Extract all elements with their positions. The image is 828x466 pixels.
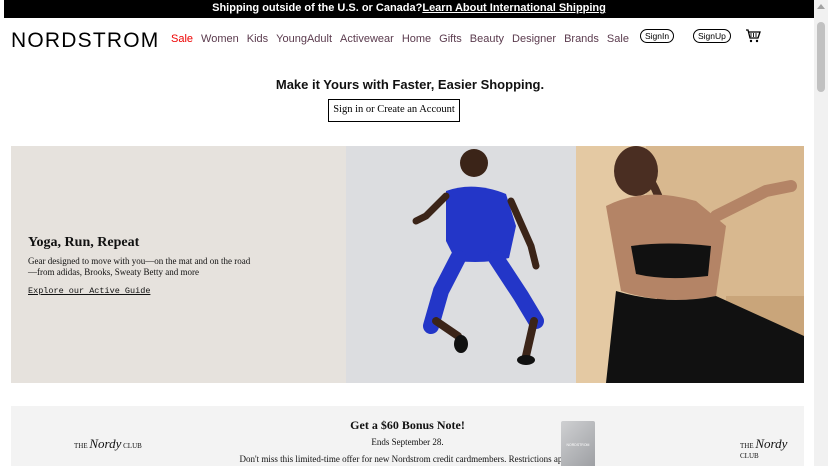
nav-item-women[interactable]: Women [201,33,239,45]
nordy-club-right: CLUB [740,452,759,460]
nav-item-brands[interactable]: Brands [564,33,599,45]
activewear-hero[interactable]: Yoga, Run, Repeat Gear designed to move … [11,146,804,383]
nav-item-gifts[interactable]: Gifts [439,33,462,45]
nav-item-kids[interactable]: Kids [247,33,268,45]
runner-photo[interactable] [346,146,576,383]
nav-item-sale-2[interactable]: Sale [607,33,629,45]
bonus-ends-date: Ends September 28. [371,437,444,447]
international-shipping-link[interactable]: Learn About International Shipping [422,2,606,14]
signin-create-account-button[interactable]: Sign in or Create an Account [328,99,460,122]
scrollbar[interactable] [814,0,828,466]
signup-button[interactable]: SignUp [693,29,731,43]
promo-title: Make it Yours with Faster, Easier Shoppi… [275,77,545,92]
nordstrom-credit-card-image: NORDSTROM [561,421,595,466]
nordy-the-right: THE [740,442,754,450]
nav-item-home[interactable]: Home [402,33,431,45]
nav-item-beauty[interactable]: Beauty [470,33,504,45]
nordy-club-logo-right: THE Nordy CLUB [740,436,804,460]
hero-description: Gear designed to move with you—on the ma… [28,256,251,277]
nordstrom-logo[interactable]: NORDSTROM [11,29,159,53]
bonus-description: Don't miss this limited-time offer for n… [239,454,576,464]
card-label: NORDSTROM [566,443,590,447]
international-shipping-banner: Shipping outside of the U.S. or Canada?L… [4,0,814,18]
banner-text: Shipping outside of the U.S. or Canada? [212,2,423,14]
hero-title: Yoga, Run, Repeat [28,235,140,250]
nav-item-designer[interactable]: Designer [512,33,556,45]
hero-text-panel: Yoga, Run, Repeat Gear designed to move … [11,146,346,383]
nav-item-activewear[interactable]: Activewear [340,33,394,45]
bonus-title: Get a $60 Bonus Note! [350,418,465,432]
explore-active-guide-link[interactable]: Explore our Active Guide [28,286,150,296]
bonus-note-promo[interactable]: THE Nordy CLUB Get a $60 Bonus Note! End… [11,406,804,466]
cart-icon[interactable] [745,29,761,43]
signin-button[interactable]: SignIn [640,29,675,43]
yoga-woman-photo[interactable] [576,146,804,383]
nav-item-sale[interactable]: Sale [171,33,193,45]
nav-item-youngadult[interactable]: YoungAdult [276,33,332,45]
scroll-up-icon[interactable] [817,4,825,9]
nordy-script-right: Nordy [755,436,788,451]
main-nav: Sale Women Kids YoungAdult Activewear Ho… [171,33,637,45]
